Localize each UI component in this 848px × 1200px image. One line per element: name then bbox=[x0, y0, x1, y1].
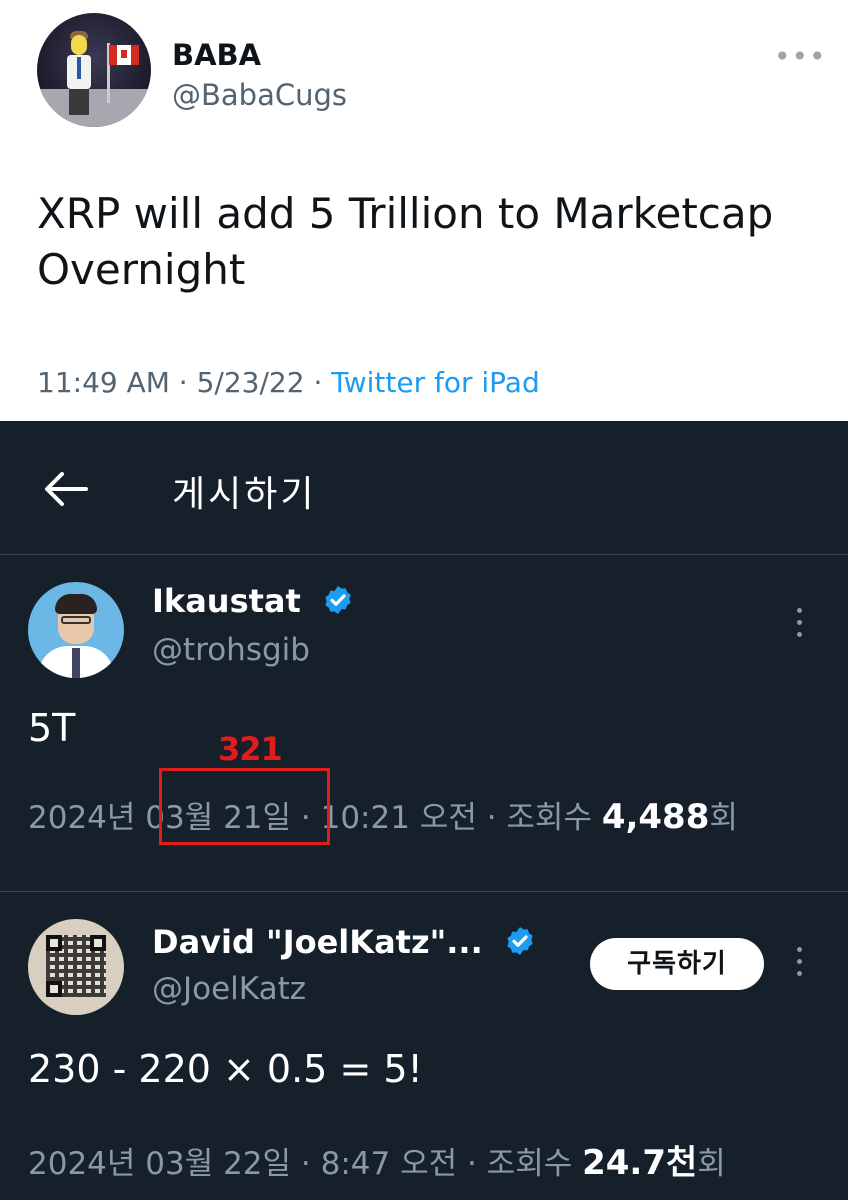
tweet-timestamp: 2024년 03월 22일 · 8:47 오전 · 조회수 bbox=[28, 1146, 583, 1182]
avatar-tie bbox=[72, 648, 80, 678]
ellipsis-horizontal-icon[interactable]: ••• bbox=[774, 40, 827, 73]
verified-badge-icon bbox=[507, 927, 533, 955]
author-handle[interactable]: @BabaCugs bbox=[172, 78, 347, 112]
avatar[interactable] bbox=[37, 13, 151, 127]
author-handle[interactable]: @trohsgib bbox=[152, 632, 310, 668]
verified-badge-icon bbox=[325, 586, 351, 614]
author-name[interactable]: BABA bbox=[172, 38, 261, 72]
more-options-icon[interactable] bbox=[784, 604, 814, 644]
qr-corner bbox=[90, 935, 106, 951]
avatar[interactable] bbox=[28, 582, 124, 678]
avatar-legs bbox=[69, 89, 89, 115]
arrow-left-icon bbox=[45, 472, 88, 506]
author-name-label: David "JoelKatz"... bbox=[152, 923, 483, 961]
tweet-source-link[interactable]: Twitter for iPad bbox=[331, 366, 539, 399]
view-count: 4,488 bbox=[601, 797, 710, 837]
view-count-suffix: 회 bbox=[697, 1146, 726, 1182]
avatar-ground bbox=[37, 89, 151, 127]
page-header: 게시하기 bbox=[0, 421, 848, 555]
tweet-meta: 2024년 03월 21일 · 10:21 오전 · 조회수 4,488회 bbox=[28, 792, 738, 837]
author-name[interactable]: Ikaustat bbox=[152, 582, 354, 620]
qr-corner bbox=[46, 935, 62, 951]
reply-tweet: Ikaustat @trohsgib 5T 2024년 03월 21일 · 10… bbox=[0, 556, 848, 892]
author-name-label: Ikaustat bbox=[152, 582, 301, 620]
view-count-suffix: 회 bbox=[709, 800, 738, 836]
tweet-text: 5T bbox=[28, 706, 76, 750]
back-button[interactable] bbox=[40, 469, 90, 509]
avatar-glasses bbox=[61, 616, 91, 624]
avatar-hair bbox=[55, 594, 97, 614]
tweet-text: 230 - 220 × 0.5 = 5! bbox=[28, 1047, 423, 1091]
canada-flag-icon bbox=[109, 45, 139, 65]
qr-corner bbox=[46, 981, 62, 997]
subscribe-button[interactable]: 구독하기 bbox=[590, 938, 764, 990]
page-title: 게시하기 bbox=[172, 474, 317, 515]
tweet-text: XRP will add 5 Trillion to Marketcap Ove… bbox=[37, 189, 774, 294]
avatar-head bbox=[71, 35, 87, 55]
author-handle[interactable]: @JoelKatz bbox=[152, 971, 306, 1007]
tweet-meta: 11:49 AM · 5/23/22 · Twitter for iPad bbox=[37, 366, 540, 399]
avatar-tie bbox=[77, 57, 81, 79]
annotation-label: 321 bbox=[218, 730, 283, 768]
avatar[interactable] bbox=[28, 919, 124, 1015]
view-count: 24.7천 bbox=[582, 1143, 698, 1183]
author-name[interactable]: David "JoelKatz"... bbox=[152, 923, 536, 961]
original-tweet: BABA @BabaCugs ••• XRP will add 5 Trilli… bbox=[0, 0, 848, 421]
tweet-timestamp: 11:49 AM · 5/23/22 · bbox=[37, 366, 332, 399]
tweet-meta: 2024년 03월 22일 · 8:47 오전 · 조회수 24.7천회 bbox=[28, 1135, 726, 1184]
annotation-highlight-box bbox=[159, 768, 330, 845]
more-options-icon[interactable] bbox=[784, 943, 814, 983]
